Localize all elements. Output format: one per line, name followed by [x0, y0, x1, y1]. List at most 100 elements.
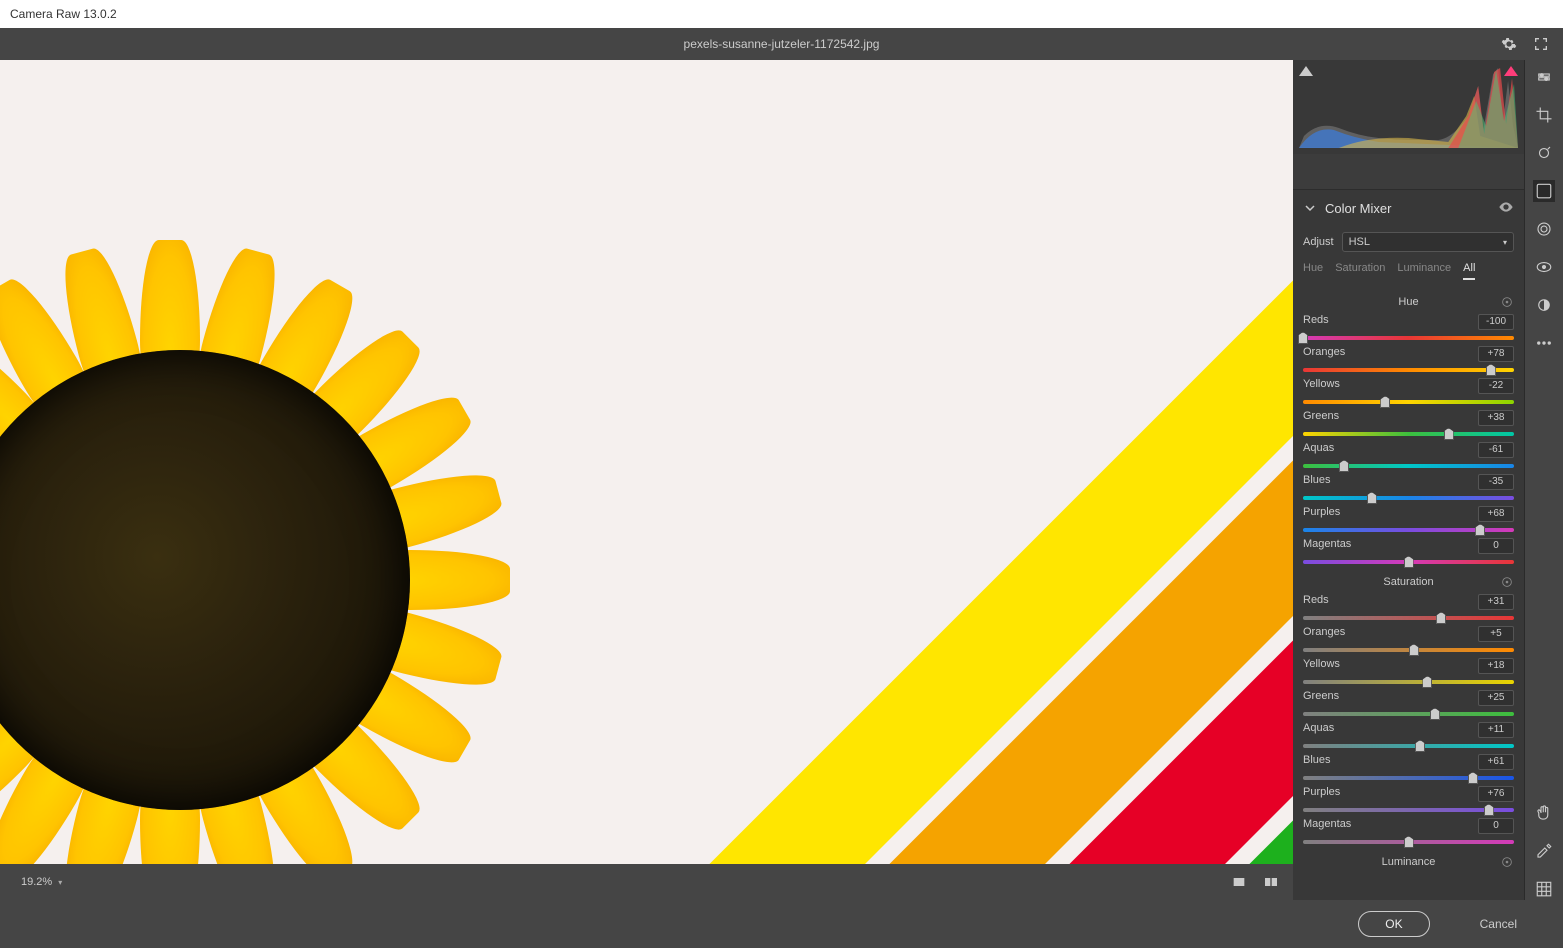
chevron-down-icon	[1303, 201, 1317, 215]
slider-value[interactable]: +61	[1478, 754, 1514, 770]
color-mixer-header[interactable]: Color Mixer	[1293, 190, 1524, 226]
slider-thumb[interactable]	[1484, 804, 1494, 816]
slider-value[interactable]: +25	[1478, 690, 1514, 706]
slider-thumb[interactable]	[1422, 676, 1432, 688]
slider-value[interactable]: -35	[1478, 474, 1514, 490]
slider-value[interactable]: +31	[1478, 594, 1514, 610]
slider-track[interactable]	[1303, 740, 1514, 752]
slider-label: Greens	[1303, 410, 1339, 426]
slider-value[interactable]: +38	[1478, 410, 1514, 426]
slider-track[interactable]	[1303, 460, 1514, 472]
slider-thumb[interactable]	[1436, 612, 1446, 624]
hue-aquas-slider: Aquas -61	[1293, 440, 1524, 472]
radial-filter-icon[interactable]	[1533, 256, 1555, 278]
hue-blues-slider: Blues-35	[1293, 472, 1524, 504]
slider-track[interactable]	[1303, 428, 1514, 440]
slider-track[interactable]	[1303, 396, 1514, 408]
graduated-filter-icon[interactable]	[1533, 218, 1555, 240]
adjustment-brush-icon[interactable]	[1533, 180, 1555, 202]
canvas-viewport[interactable]	[0, 60, 1293, 864]
grid-icon[interactable]	[1533, 878, 1555, 900]
adjust-mode-select[interactable]: HSL▾	[1342, 232, 1514, 252]
shadow-clip-icon[interactable]	[1299, 66, 1313, 78]
tab-saturation[interactable]: Saturation	[1335, 262, 1385, 280]
tab-luminance[interactable]: Luminance	[1397, 262, 1451, 280]
hue-greens-slider: Greens +38	[1293, 408, 1524, 440]
slider-thumb[interactable]	[1298, 332, 1308, 344]
fullscreen-icon[interactable]	[1531, 34, 1551, 54]
slider-value[interactable]: 0	[1478, 538, 1514, 554]
slider-value[interactable]: 0	[1478, 818, 1514, 834]
slider-track[interactable]	[1303, 772, 1514, 784]
slider-track[interactable]	[1303, 804, 1514, 816]
slider-label: Reds	[1303, 314, 1329, 330]
zoom-dropdown[interactable]: 19.2%	[12, 871, 71, 893]
panels: Color Mixer Adjust HSL▾ Hue Saturation L…	[1293, 60, 1525, 900]
highlight-clip-icon[interactable]	[1504, 66, 1518, 78]
slider-thumb[interactable]	[1415, 740, 1425, 752]
toolstrip	[1525, 60, 1563, 900]
slider-track[interactable]	[1303, 492, 1514, 504]
slider-thumb[interactable]	[1404, 556, 1414, 568]
slider-track[interactable]	[1303, 556, 1514, 568]
slider-track[interactable]	[1303, 836, 1514, 848]
adjust-row: Adjust HSL▾	[1293, 226, 1524, 258]
slider-value[interactable]: -100	[1478, 314, 1514, 330]
target-adjustment-icon[interactable]	[1500, 575, 1514, 589]
slider-thumb[interactable]	[1380, 396, 1390, 408]
target-adjustment-icon[interactable]	[1500, 295, 1514, 309]
slider-track[interactable]	[1303, 524, 1514, 536]
slider-value[interactable]: +5	[1478, 626, 1514, 642]
edit-tool-icon[interactable]	[1533, 66, 1555, 88]
color-sampler-icon[interactable]	[1533, 840, 1555, 862]
slider-value[interactable]: -22	[1478, 378, 1514, 394]
slider-value[interactable]: +76	[1478, 786, 1514, 802]
slider-track[interactable]	[1303, 676, 1514, 688]
slider-label: Aquas	[1303, 442, 1334, 458]
settings-icon[interactable]	[1499, 34, 1519, 54]
slider-thumb[interactable]	[1339, 460, 1349, 472]
crop-tool-icon[interactable]	[1533, 104, 1555, 126]
slider-thumb[interactable]	[1444, 428, 1454, 440]
slider-value[interactable]: +11	[1478, 722, 1514, 738]
slider-value[interactable]: +18	[1478, 658, 1514, 674]
slider-value[interactable]: +68	[1478, 506, 1514, 522]
histogram[interactable]	[1293, 60, 1524, 154]
slider-thumb[interactable]	[1409, 644, 1419, 656]
slider-track[interactable]	[1303, 708, 1514, 720]
more-icon[interactable]	[1533, 332, 1555, 354]
slider-value[interactable]: +78	[1478, 346, 1514, 362]
canvas-area: 19.2%	[0, 60, 1293, 900]
compare-single-icon[interactable]	[1229, 872, 1249, 892]
hand-tool-icon[interactable]	[1533, 802, 1555, 824]
ok-button[interactable]: OK	[1358, 911, 1429, 937]
histogram-graph	[1299, 66, 1518, 148]
slider-value[interactable]: -61	[1478, 442, 1514, 458]
slider-thumb[interactable]	[1404, 836, 1414, 848]
redeye-icon[interactable]	[1533, 294, 1555, 316]
slider-track[interactable]	[1303, 644, 1514, 656]
window-titlebar: Camera Raw 13.0.2	[0, 0, 1563, 28]
slider-label: Magentas	[1303, 538, 1351, 554]
slider-thumb[interactable]	[1468, 772, 1478, 784]
visibility-icon[interactable]	[1498, 199, 1514, 218]
tab-hue[interactable]: Hue	[1303, 262, 1323, 280]
slider-track[interactable]	[1303, 364, 1514, 376]
spot-removal-icon[interactable]	[1533, 142, 1555, 164]
canvas-footer: 19.2%	[0, 864, 1293, 900]
window-title: Camera Raw 13.0.2	[10, 7, 117, 21]
compare-split-icon[interactable]	[1261, 872, 1281, 892]
hue-reds-slider: Reds -100	[1293, 312, 1524, 344]
slider-thumb[interactable]	[1486, 364, 1496, 376]
slider-track[interactable]	[1303, 332, 1514, 344]
tab-all[interactable]: All	[1463, 262, 1475, 280]
hue-oranges-slider: Oranges+78	[1293, 344, 1524, 376]
slider-thumb[interactable]	[1430, 708, 1440, 720]
cancel-button[interactable]: Cancel	[1454, 912, 1543, 936]
slider-track[interactable]	[1303, 612, 1514, 624]
slider-thumb[interactable]	[1475, 524, 1485, 536]
sat-magentas-slider: Magentas0	[1293, 816, 1524, 848]
target-adjustment-icon[interactable]	[1500, 855, 1514, 869]
slider-thumb[interactable]	[1367, 492, 1377, 504]
panel-scroll[interactable]: Color Mixer Adjust HSL▾ Hue Saturation L…	[1293, 154, 1524, 900]
